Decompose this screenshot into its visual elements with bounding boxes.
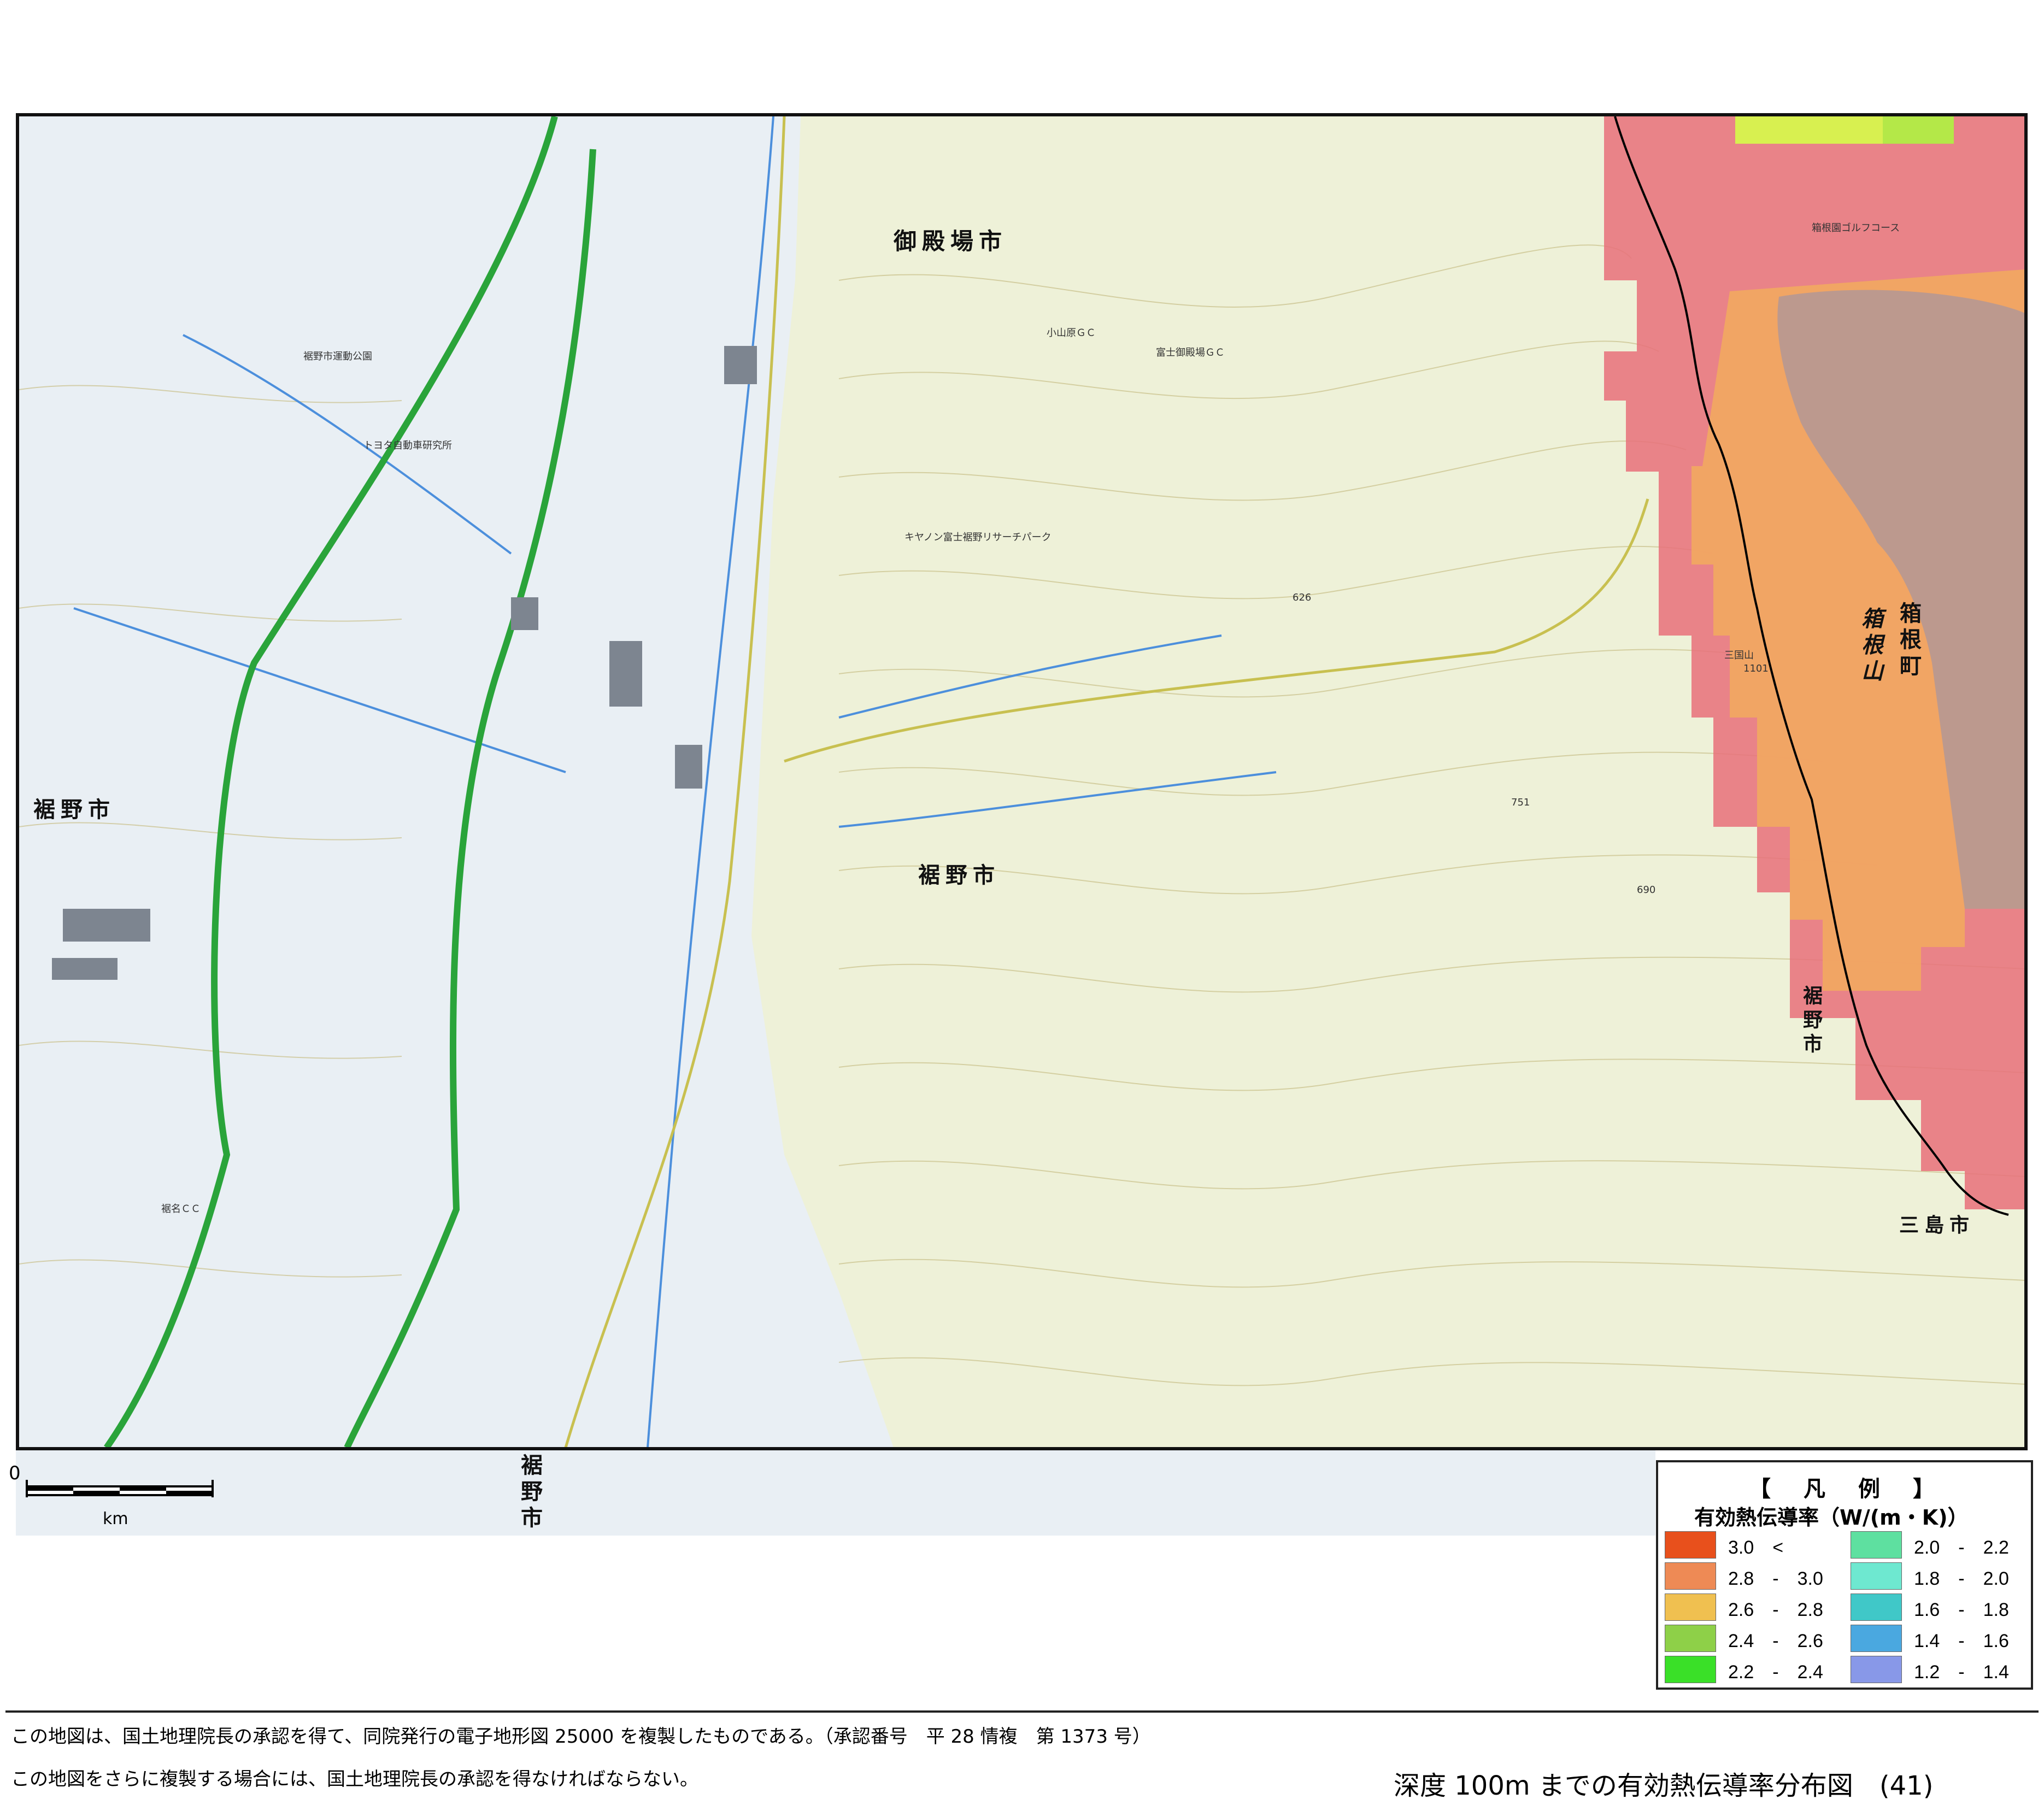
legend-label: 2.6 - 2.8 [1728, 1600, 1823, 1620]
label-elev-1: 1101 [1743, 663, 1769, 674]
legend-swatch [1851, 1531, 1902, 1559]
legend-label: 1.4 - 1.6 [1914, 1631, 2009, 1651]
footer-note-approval: この地図は、国土地理院長の承認を得て、同院発行の電子地形図 25000 を複製し… [11, 1726, 1151, 1748]
map-frame[interactable]: 御殿場市 裾野市 裾野市 箱根町 箱根山 裾野市 三島市 小山原ＧＣ 富士御殿場… [16, 113, 2028, 1450]
label-golf-mid: 富士御殿場ＧＣ [1156, 347, 1225, 358]
label-elev-2: 751 [1511, 797, 1530, 808]
label-golf-hakone: 箱根園ゴルフコース [1812, 222, 1900, 234]
map-bottom-strip [16, 1450, 1655, 1536]
footer-divider [5, 1710, 2039, 1713]
scale-unit-label: km [103, 1509, 128, 1528]
map-caption: 深度 100m までの有効熱伝導率分布図 (41) [1394, 1771, 1934, 1801]
label-elev-3: 690 [1637, 884, 1656, 896]
legend-label: 2.8 - 3.0 [1728, 1568, 1823, 1589]
legend-swatch [1665, 1656, 1716, 1683]
legend-swatch [1665, 1594, 1716, 1621]
legend-label: 1.6 - 1.8 [1914, 1600, 2009, 1620]
label-gotemba: 御殿場市 [894, 228, 1008, 255]
legend-swatch [1851, 1594, 1902, 1621]
label-golf-north: 小山原ＧＣ [1047, 327, 1096, 339]
label-hakone-town: 箱根町 [1896, 602, 1921, 680]
legend-label: 2.2 - 2.4 [1728, 1662, 1823, 1683]
label-elev-4: 626 [1293, 592, 1312, 603]
legend-title: 【 凡 例 】 [1749, 1477, 1940, 1502]
legend-label: 3.0 < [1728, 1537, 1784, 1558]
legend-swatch [1665, 1562, 1716, 1590]
label-susono-bottom: 裾野市 [517, 1454, 542, 1532]
label-research-park: キヤノン富士裾野リサーチパーク [904, 532, 1052, 543]
label-mikuni: 三国山 [1724, 650, 1754, 661]
legend: 【 凡 例 】 有効熱伝導率（W/(m・K)） 3.0 < 2.8 - 3.0 2.… [1656, 1460, 2033, 1690]
map-canvas[interactable] [19, 116, 2025, 1448]
zone-low-2 [1883, 116, 1954, 144]
label-park: 裾野市運動公園 [303, 351, 372, 362]
legend-subtitle: 有効熱伝導率（W/(m・K)） [1694, 1506, 1969, 1530]
legend-swatch [1851, 1562, 1902, 1590]
legend-label: 2.0 - 2.2 [1914, 1537, 2009, 1558]
legend-label: 1.2 - 1.4 [1914, 1662, 2009, 1683]
legend-swatch [1851, 1656, 1902, 1683]
label-hakone-mountain: 箱根山 [1858, 607, 1883, 686]
legend-label: 2.4 - 2.6 [1728, 1631, 1823, 1651]
label-susono-west: 裾野市 [33, 797, 115, 822]
legend-swatch [1665, 1531, 1716, 1559]
label-golf-west: 裾名ＣＣ [161, 1203, 201, 1215]
legend-label: 1.8 - 2.0 [1914, 1568, 2009, 1589]
label-susono-east: 裾野市 [1800, 985, 1822, 1057]
legend-swatch [1665, 1625, 1716, 1652]
label-toyota-lab: トヨタ自動車研究所 [363, 440, 452, 451]
label-susono-center: 裾野市 [918, 863, 1000, 888]
label-mishima: 三島市 [1899, 1214, 1975, 1237]
footer-note-reproduction: この地図をさらに複製する場合には、国土地理院長の承認を得なければならない。 [11, 1768, 698, 1790]
legend-swatch [1851, 1625, 1902, 1652]
